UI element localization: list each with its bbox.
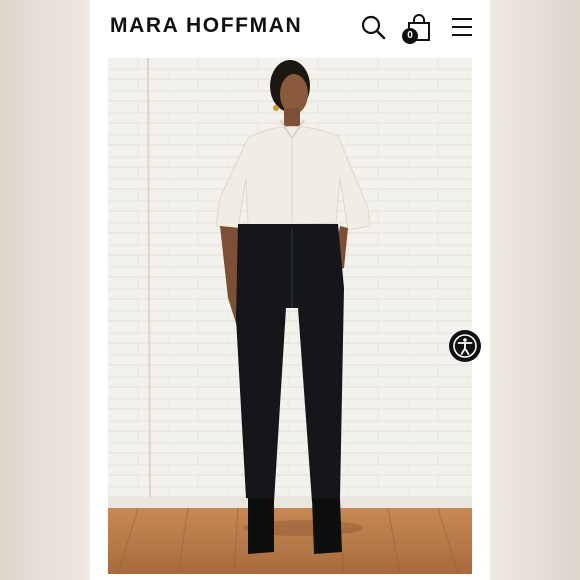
accessibility-icon (453, 334, 477, 358)
menu-button[interactable] (450, 16, 474, 38)
accessibility-button[interactable] (449, 330, 481, 362)
site-header: MARA HOFFMAN 0 (90, 0, 490, 56)
cart-button[interactable]: 0 (402, 12, 432, 44)
search-button[interactable] (360, 14, 386, 40)
brand-logo[interactable]: MARA HOFFMAN (110, 14, 302, 38)
hamburger-menu-icon (452, 18, 472, 36)
model-photo (108, 58, 472, 574)
search-icon (361, 15, 386, 40)
product-photo[interactable] (108, 58, 472, 574)
cart-count-badge: 0 (402, 28, 418, 44)
app-screen: MARA HOFFMAN 0 (90, 0, 490, 580)
